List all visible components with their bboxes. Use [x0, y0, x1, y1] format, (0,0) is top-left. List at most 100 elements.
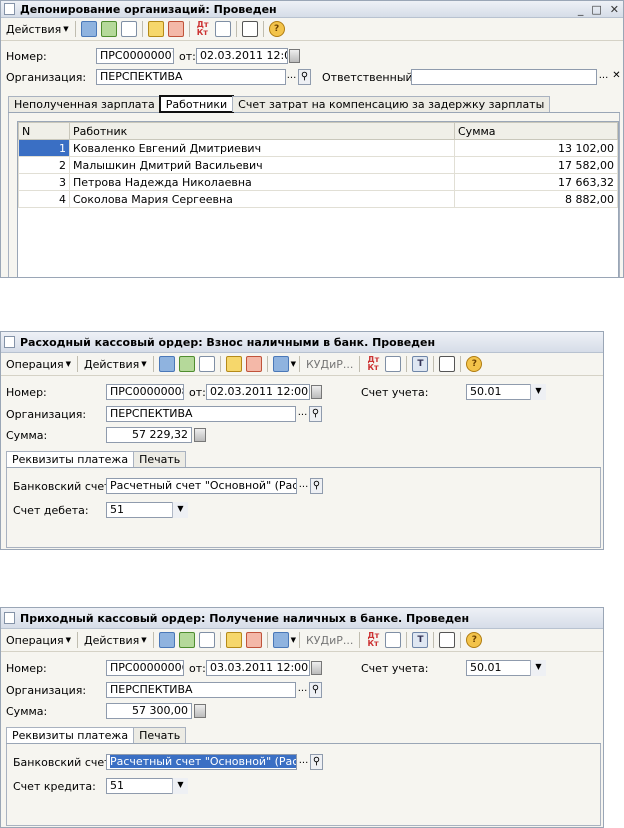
debit-credit-icon[interactable]: Дт Кт: [365, 356, 381, 372]
post-document-icon[interactable]: [225, 356, 242, 372]
open-bank-account-icon[interactable]: ⚲: [310, 478, 323, 494]
operation-menu[interactable]: Операция ▼: [3, 358, 74, 371]
organization-field[interactable]: ПЕРСПЕКТИВА: [106, 406, 296, 422]
toolbar-separator: [299, 356, 300, 372]
document-structure-icon[interactable]: [214, 21, 231, 37]
column-number[interactable]: N: [18, 122, 70, 140]
open-organization-icon[interactable]: ⚲: [309, 682, 322, 698]
number-field[interactable]: ПРС00000006: [106, 660, 184, 676]
calendar-icon[interactable]: [311, 661, 322, 675]
column-sum[interactable]: Сумма: [454, 122, 618, 140]
open-organization-icon[interactable]: ⚲: [298, 69, 311, 85]
chevron-down-icon[interactable]: ▼: [172, 502, 188, 518]
maximize-icon[interactable]: □: [591, 3, 601, 16]
calculator-icon[interactable]: [194, 704, 206, 718]
date-field[interactable]: 03.03.2011 12:00:00: [206, 660, 310, 676]
table-row[interactable]: 1 Коваленко Евгений Дмитриевич 13 102,00: [18, 139, 618, 157]
copy-document-icon[interactable]: [198, 356, 215, 372]
kudir-button[interactable]: КУДиР...: [303, 634, 356, 647]
copy-document-icon[interactable]: [198, 632, 215, 648]
select-organization-button[interactable]: ...: [296, 682, 309, 698]
from-label: от:: [189, 662, 206, 675]
post-document-icon[interactable]: [147, 21, 164, 37]
enter-based-on-icon[interactable]: [272, 632, 289, 648]
calendar-icon[interactable]: [289, 49, 300, 63]
tab-unpaid-salary[interactable]: Неполученная зарплата: [8, 96, 161, 112]
list-icon[interactable]: [439, 632, 456, 648]
clear-responsible-icon[interactable]: ✕: [610, 69, 623, 85]
calculator-icon[interactable]: [194, 428, 206, 442]
table-row[interactable]: 3 Петрова Надежда Николаевна 17 663,32: [18, 173, 618, 191]
date-field[interactable]: 02.03.2011 12:00:00: [196, 48, 288, 64]
organization-field[interactable]: ПЕРСПЕКТИВА: [106, 682, 296, 698]
help-icon[interactable]: ?: [466, 632, 483, 648]
number-field[interactable]: ПРС00000001: [96, 48, 174, 64]
bank-account-field[interactable]: Расчетный счет "Основной" (Расчет: [106, 478, 297, 494]
dropdown-arrow-icon: ▼: [141, 360, 147, 368]
toolbar-separator: [266, 632, 268, 648]
number-field[interactable]: ПРС00000008: [106, 384, 184, 400]
calendar-icon[interactable]: [311, 385, 322, 399]
actions-menu[interactable]: Действия ▼: [81, 634, 150, 647]
tab-compensation-account[interactable]: Счет затрат на компенсацию за задержку з…: [232, 96, 551, 112]
text-format-icon[interactable]: T: [412, 632, 429, 648]
save-icon[interactable]: [178, 632, 195, 648]
tab-payment-details[interactable]: Реквизиты платежа: [6, 727, 135, 743]
column-employee[interactable]: Работник: [69, 122, 455, 140]
post-document-icon[interactable]: [225, 632, 242, 648]
post-and-close-icon[interactable]: [158, 632, 175, 648]
save-icon[interactable]: [100, 21, 117, 37]
dropdown-arrow-icon: ▼: [65, 636, 71, 644]
actions-menu[interactable]: Действия ▼: [3, 23, 72, 36]
post-and-close-icon[interactable]: [158, 356, 175, 372]
operation-menu[interactable]: Операция ▼: [3, 634, 74, 647]
actions-menu[interactable]: Действия ▼: [81, 358, 150, 371]
open-organization-icon[interactable]: ⚲: [309, 406, 322, 422]
list-icon[interactable]: [439, 356, 456, 372]
select-organization-button[interactable]: ...: [296, 406, 309, 422]
date-field[interactable]: 02.03.2011 12:00:01: [206, 384, 310, 400]
sum-field[interactable]: 57 229,32: [106, 427, 192, 443]
tab-employees[interactable]: Работники: [158, 95, 235, 113]
minimize-icon[interactable]: _: [578, 3, 584, 16]
help-icon[interactable]: ?: [466, 356, 483, 372]
chevron-down-icon[interactable]: ▼: [530, 384, 546, 400]
select-responsible-button[interactable]: ...: [597, 69, 610, 85]
bank-account-label: Банковский счет:: [13, 756, 115, 769]
debit-credit-icon[interactable]: Дт Кт: [365, 632, 381, 648]
table-row[interactable]: 4 Соколова Мария Сергеевна 8 882,00: [18, 190, 618, 208]
tab-print[interactable]: Печать: [133, 727, 187, 743]
table-row[interactable]: 2 Малышкин Дмитрий Васильевич 17 582,00: [18, 156, 618, 174]
enter-based-on-icon[interactable]: [272, 356, 289, 372]
bank-account-field[interactable]: Расчетный счет "Основной" (Расчет: [106, 754, 297, 770]
tab-print[interactable]: Печать: [133, 451, 187, 467]
toolbar-separator: [406, 632, 408, 648]
help-icon[interactable]: ?: [268, 21, 285, 37]
post-and-close-icon[interactable]: [80, 21, 97, 37]
sum-field[interactable]: 57 300,00: [106, 703, 192, 719]
select-organization-button[interactable]: ...: [285, 69, 298, 85]
list-icon[interactable]: [241, 21, 258, 37]
unpost-document-icon[interactable]: [245, 632, 262, 648]
tab-payment-details[interactable]: Реквизиты платежа: [6, 451, 135, 467]
chevron-down-icon[interactable]: ▼: [172, 778, 188, 794]
select-bank-account-button[interactable]: ...: [297, 754, 310, 770]
text-format-icon[interactable]: T: [412, 356, 429, 372]
kudir-button[interactable]: КУДиР...: [303, 358, 356, 371]
close-icon[interactable]: ✕: [610, 3, 619, 16]
debit-credit-icon[interactable]: Дт Кт: [195, 21, 211, 37]
organization-field[interactable]: ПЕРСПЕКТИВА: [96, 69, 286, 85]
unpost-document-icon[interactable]: [245, 356, 262, 372]
save-icon[interactable]: [178, 356, 195, 372]
dropdown-arrow-icon[interactable]: ▼: [291, 636, 296, 644]
dropdown-arrow-icon[interactable]: ▼: [291, 360, 296, 368]
open-bank-account-icon[interactable]: ⚲: [310, 754, 323, 770]
responsible-field[interactable]: [411, 69, 597, 85]
unpost-document-icon[interactable]: [167, 21, 184, 37]
select-bank-account-button[interactable]: ...: [297, 478, 310, 494]
copy-document-icon[interactable]: [120, 21, 137, 37]
toolbar-separator: [188, 21, 190, 37]
document-structure-icon[interactable]: [385, 632, 402, 648]
chevron-down-icon[interactable]: ▼: [530, 660, 546, 676]
document-structure-icon[interactable]: [385, 356, 402, 372]
